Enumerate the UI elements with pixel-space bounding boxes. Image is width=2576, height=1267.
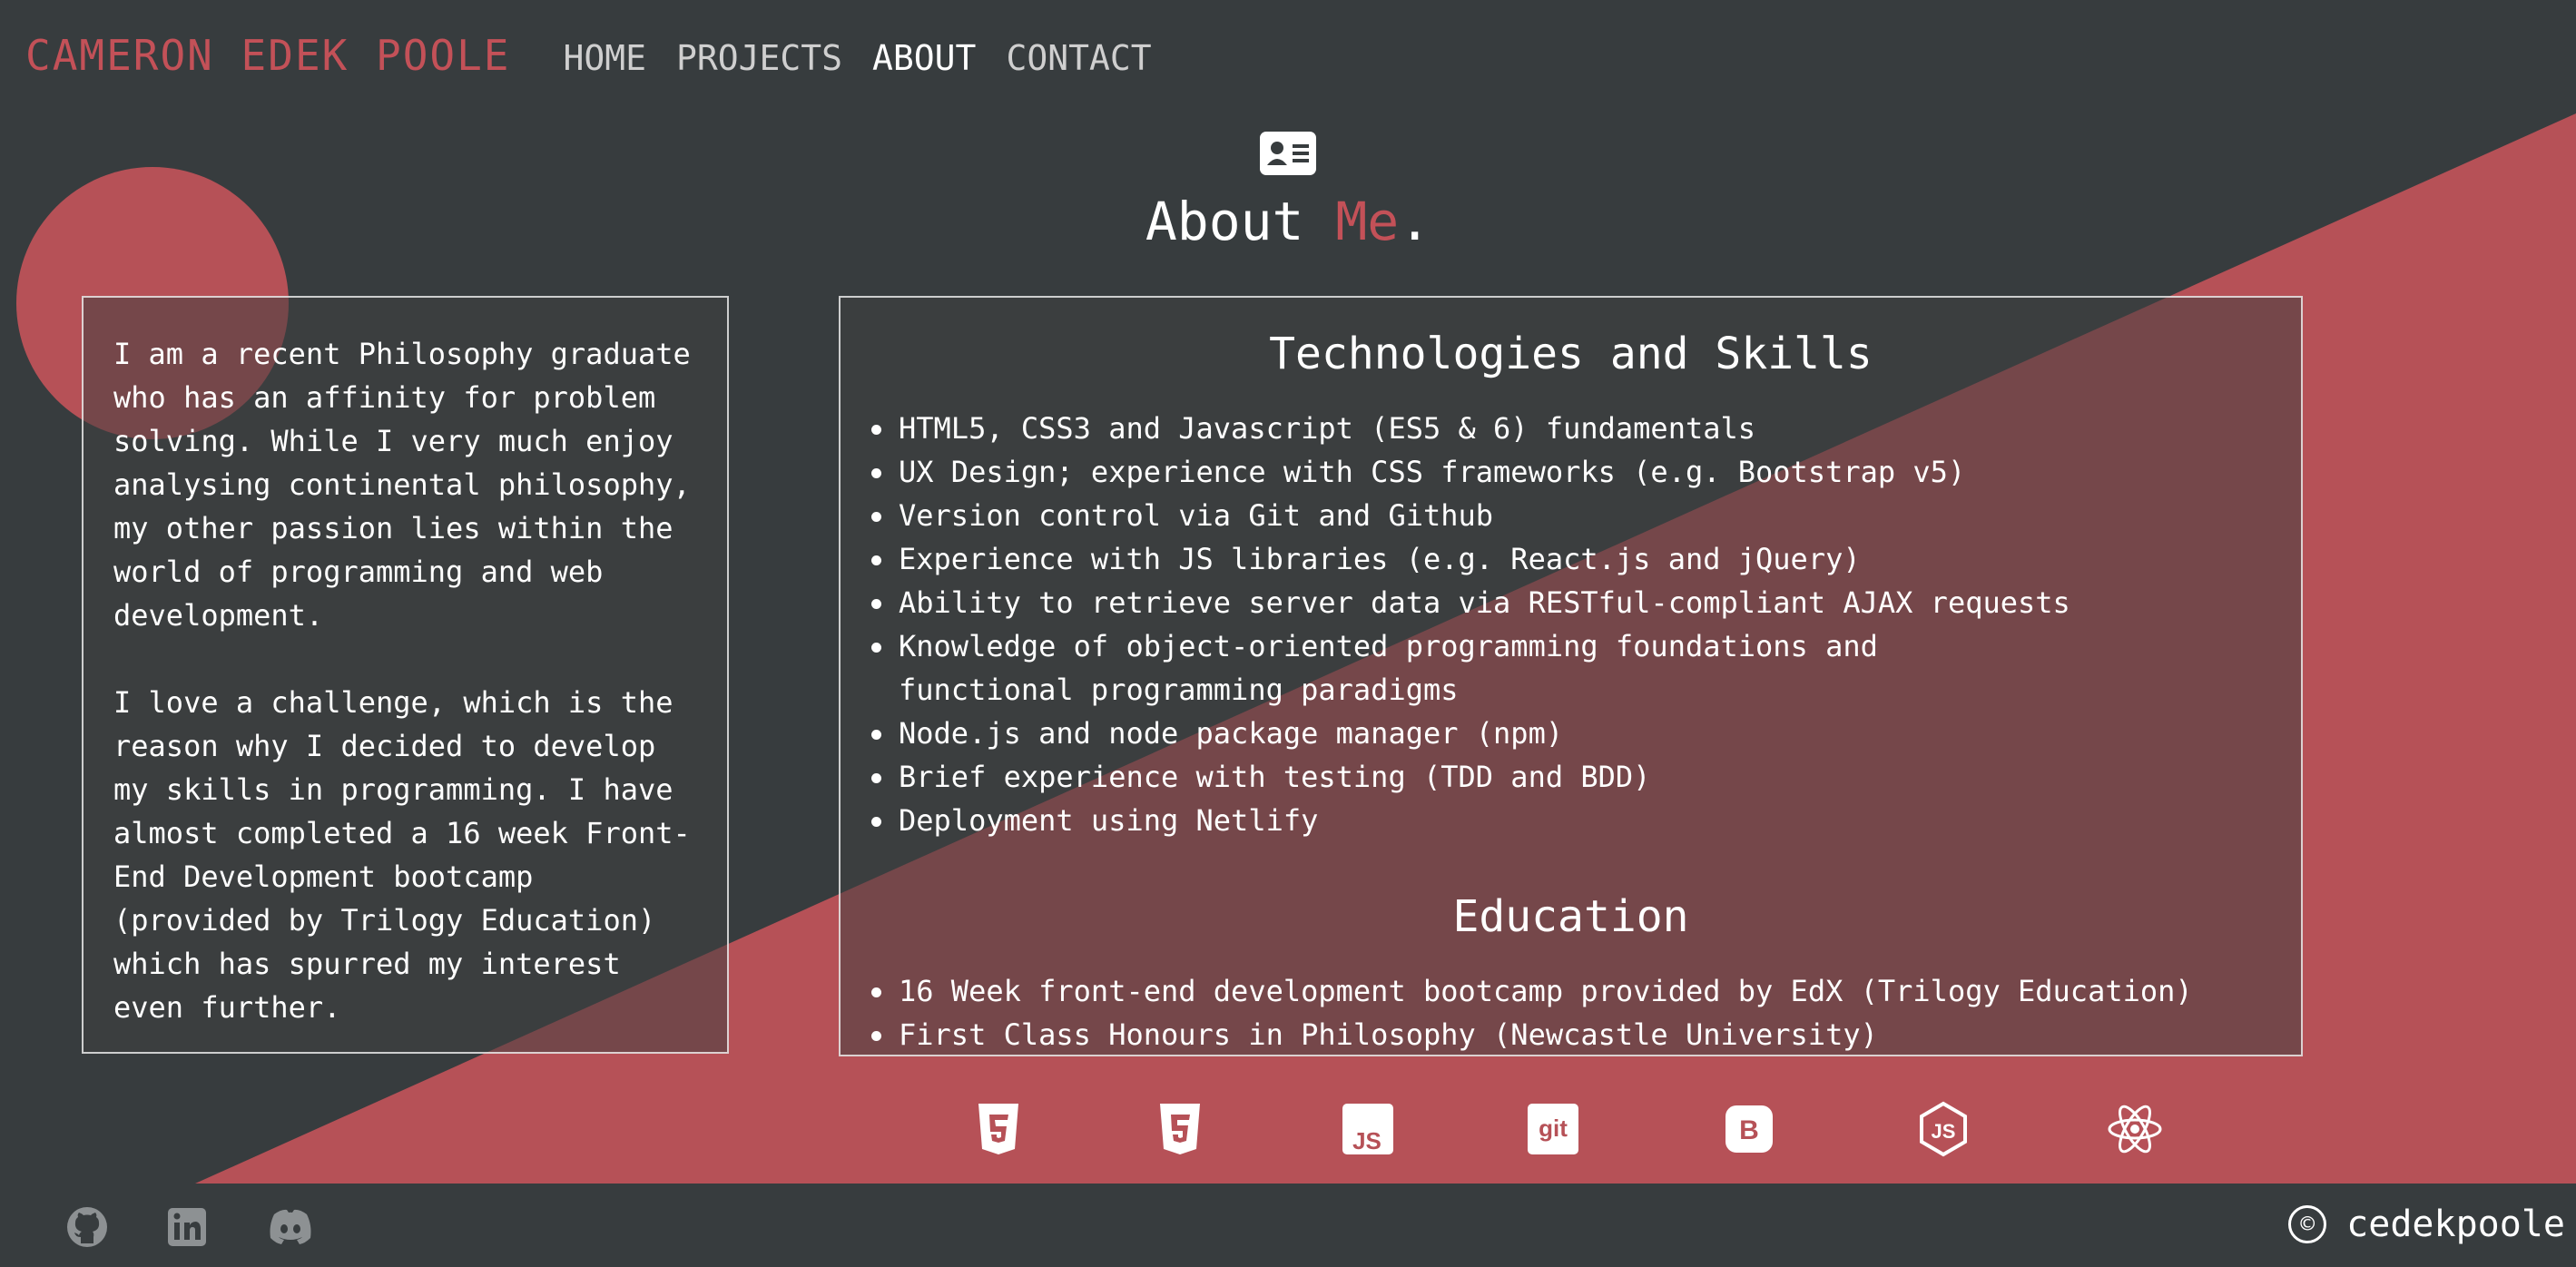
git-icon: git: [1524, 1100, 1582, 1158]
nav-link-contact[interactable]: CONTACT: [1006, 38, 1151, 78]
skill-item: Experience with JS libraries (e.g. React…: [868, 537, 2274, 581]
education-item: 16 Week front-end development bootcamp p…: [868, 969, 2274, 1013]
education-list: 16 Week front-end development bootcamp p…: [868, 969, 2274, 1056]
skill-item: Knowledge of object-oriented programming…: [868, 624, 2274, 712]
copyright-text: cedekpoole: [2346, 1203, 2565, 1245]
javascript-icon-text: JS: [1352, 1127, 1381, 1154]
github-icon[interactable]: [65, 1205, 109, 1249]
title-main: About: [1145, 191, 1336, 252]
copyright: © cedekpoole: [2288, 1203, 2565, 1245]
id-card-icon: [1260, 132, 1316, 179]
git-icon-text: git: [1539, 1115, 1568, 1142]
skill-item: Deployment using Netlify: [868, 799, 2274, 842]
linkedin-icon[interactable]: [165, 1205, 209, 1249]
navbar: CAMERON EDEK POOLE HOME PROJECTS ABOUT C…: [25, 31, 1182, 80]
title-accent: Me: [1335, 191, 1400, 252]
skill-item: Node.js and node package manager (npm): [868, 712, 2274, 755]
bio-paragraph: I am a recent Philosophy graduate who ha…: [113, 337, 691, 633]
title-end: .: [1399, 191, 1431, 252]
react-icon: [2106, 1100, 2164, 1158]
javascript-icon: JS: [1339, 1100, 1397, 1158]
education-item: First Class Honours in Philosophy (Newca…: [868, 1013, 2274, 1056]
brand-logo[interactable]: CAMERON EDEK POOLE: [25, 31, 511, 80]
skill-item: Ability to retrieve server data via REST…: [868, 581, 2274, 624]
page-title: About Me.: [0, 191, 2576, 252]
skills-card: Technologies and Skills HTML5, CSS3 and …: [839, 296, 2303, 1056]
skills-list: HTML5, CSS3 and Javascript (ES5 & 6) fun…: [868, 407, 2274, 842]
skill-item: Version control via Git and Github: [868, 494, 2274, 537]
nodejs-icon: JS: [1914, 1100, 1972, 1158]
nav-link-about[interactable]: ABOUT: [872, 38, 976, 78]
bootstrap-icon: B: [1720, 1100, 1778, 1158]
bio-card: I am a recent Philosophy graduate who ha…: [82, 296, 729, 1054]
bootstrap-icon-text: B: [1739, 1115, 1759, 1145]
skill-item: UX Design; experience with CSS framework…: [868, 450, 2274, 494]
html5-icon: [969, 1100, 1027, 1158]
discord-icon[interactable]: [265, 1205, 316, 1249]
nav-link-projects[interactable]: PROJECTS: [676, 38, 842, 78]
copyright-symbol: ©: [2288, 1205, 2327, 1243]
bio-paragraph: I love a challenge, which is the reason …: [113, 685, 691, 1025]
education-heading: Education: [1452, 891, 1689, 942]
skills-heading: Technologies and Skills: [1269, 329, 1873, 379]
nodejs-icon-text: JS: [1932, 1120, 1956, 1143]
skill-item: HTML5, CSS3 and Javascript (ES5 & 6) fun…: [868, 407, 2274, 450]
footer: © cedekpoole: [0, 1184, 2576, 1267]
css3-icon: [1151, 1100, 1209, 1158]
skill-item: Brief experience with testing (TDD and B…: [868, 755, 2274, 799]
tech-icons-row: JS git B JS: [0, 1100, 2576, 1158]
nav-link-home[interactable]: HOME: [564, 38, 647, 78]
